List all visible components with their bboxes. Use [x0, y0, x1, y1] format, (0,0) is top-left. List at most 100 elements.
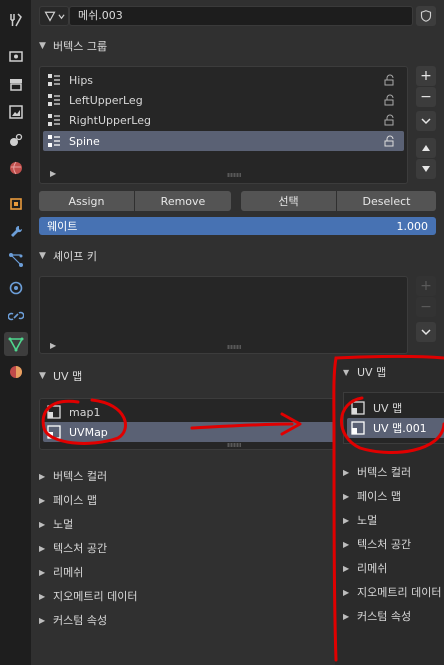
list-item-label: UVMap	[69, 425, 108, 439]
chevron-down-icon	[57, 13, 65, 19]
panel-label: 페이스 맵	[53, 494, 97, 507]
lock-icon[interactable]	[384, 114, 396, 126]
list-item-selected[interactable]: Spine	[43, 131, 404, 151]
vertex-group-icon	[48, 135, 60, 147]
panel-label: 버텍스 컬러	[357, 466, 412, 479]
move-up-button[interactable]	[416, 138, 436, 158]
remove-shape-key-button[interactable]: −	[416, 297, 436, 317]
uv-map-icon	[47, 425, 61, 439]
filter-options-icon[interactable]: ▶	[50, 169, 56, 178]
world-icon[interactable]	[4, 156, 28, 180]
add-vertex-group-button[interactable]: +	[416, 66, 436, 86]
view-layer-icon[interactable]	[4, 100, 28, 124]
panel-geometry-data[interactable]: ▶ 지오메트리 데이터	[39, 585, 137, 607]
mesh-name-field[interactable]: 메쉬.003	[69, 6, 413, 26]
add-shape-key-button[interactable]: +	[416, 276, 436, 296]
lock-icon[interactable]	[384, 94, 396, 106]
uv-maps-panel-header[interactable]: ▼ UV 맵	[31, 364, 331, 388]
material-icon[interactable]	[4, 360, 28, 384]
remove-vertex-group-button[interactable]: −	[416, 87, 436, 107]
panel-vertex-colors[interactable]: ▶ 버텍스 컬러	[343, 461, 411, 483]
fake-user-button[interactable]	[416, 6, 436, 26]
list-item-selected[interactable]: UVMap	[43, 422, 335, 442]
list-item[interactable]: Hips	[43, 70, 404, 90]
panel-collapsed-icon: ▶	[343, 491, 350, 501]
vertex-groups-panel-header[interactable]: ▼ 버텍스 그룹	[31, 34, 444, 58]
physics-icon[interactable]	[4, 276, 28, 300]
panel-label: 버텍스 컬러	[53, 470, 108, 483]
list-item[interactable]: RightUpperLeg	[43, 110, 404, 130]
constraints-icon[interactable]	[4, 304, 28, 328]
lock-icon[interactable]	[384, 135, 396, 147]
panel-label: 지오메트리 데이터	[53, 590, 138, 603]
assign-button[interactable]: Assign	[39, 191, 134, 211]
particles-icon[interactable]	[4, 248, 28, 272]
mesh-browse-button[interactable]	[39, 6, 69, 26]
panel-expanded-icon: ▼	[343, 367, 350, 377]
list-item-label: UV 맵	[373, 402, 403, 415]
uv-map-icon	[351, 421, 365, 435]
panel-custom-properties[interactable]: ▶ 커스텀 속성	[343, 605, 411, 627]
panel-collapsed-icon: ▶	[39, 495, 46, 505]
panel-geometry-data[interactable]: ▶ 지오메트리 데이터	[343, 581, 444, 603]
remove-button[interactable]: Remove	[135, 191, 231, 211]
uv-map-icon	[351, 401, 365, 415]
list-item[interactable]: map1	[43, 402, 335, 422]
object-icon[interactable]	[4, 192, 28, 216]
panel-custom-properties[interactable]: ▶ 커스텀 속성	[39, 609, 107, 631]
render-icon[interactable]	[4, 44, 28, 68]
panel-collapsed-icon: ▶	[343, 539, 350, 549]
deselect-button[interactable]: Deselect	[337, 191, 436, 211]
panel-label: 커스텀 속성	[53, 614, 108, 627]
resize-handle[interactable]	[227, 345, 241, 349]
vertex-group-icon	[48, 94, 60, 106]
mesh-data-icon[interactable]	[4, 332, 28, 356]
shape-keys-title: 셰이프 키	[53, 250, 97, 263]
panel-label: 리메쉬	[53, 566, 84, 579]
modifier-icon[interactable]	[4, 220, 28, 244]
panel-label: 페이스 맵	[357, 490, 401, 503]
panel-label: 커스텀 속성	[357, 610, 412, 623]
panel-collapsed-icon: ▶	[343, 515, 350, 525]
list-item[interactable]: UV 맵	[347, 398, 444, 418]
data-header: 메쉬.003	[31, 0, 444, 32]
panel-texture-space[interactable]: ▶ 텍스처 공간	[39, 537, 107, 559]
lock-icon[interactable]	[384, 74, 396, 86]
move-down-button[interactable]	[416, 159, 436, 179]
panel-texture-space[interactable]: ▶ 텍스처 공간	[343, 533, 411, 555]
panel-normals[interactable]: ▶ 노멀	[39, 513, 73, 535]
weight-label: 웨이트	[47, 220, 78, 233]
list-item-label: LeftUpperLeg	[69, 93, 143, 107]
output-icon[interactable]	[4, 72, 28, 96]
shape-keys-panel-header[interactable]: ▼ 셰이프 키	[31, 244, 444, 268]
panel-face-maps[interactable]: ▶ 페이스 맵	[343, 485, 401, 507]
specials-menu-button[interactable]	[416, 111, 436, 131]
panel-remesh[interactable]: ▶ 리메쉬	[343, 557, 387, 579]
list-item-label: Hips	[69, 73, 94, 87]
panel-collapsed-icon: ▶	[343, 587, 350, 597]
select-button[interactable]: 선택	[241, 191, 336, 211]
panel-face-maps[interactable]: ▶ 페이스 맵	[39, 489, 97, 511]
panel-label: 노멀	[53, 518, 74, 531]
resize-handle[interactable]	[227, 443, 241, 447]
resize-handle[interactable]	[227, 173, 241, 177]
list-item-selected[interactable]: UV 맵.001	[347, 418, 444, 438]
vertex-group-list: Hips LeftUpperLeg RightUpperLeg Spine ▶	[39, 66, 408, 184]
triangle-up-icon	[422, 145, 430, 151]
list-item-label: map1	[69, 405, 101, 419]
uv-map-list: map1 UVMap	[39, 398, 339, 450]
weight-slider[interactable]: 웨이트 1.000	[39, 217, 436, 235]
panel-label: 텍스처 공간	[357, 538, 412, 551]
panel-remesh[interactable]: ▶ 리메쉬	[39, 561, 83, 583]
scene-icon[interactable]	[4, 128, 28, 152]
panel-vertex-colors[interactable]: ▶ 버텍스 컬러	[39, 465, 107, 487]
tool-icon[interactable]	[4, 8, 28, 32]
shape-key-specials-button[interactable]	[416, 322, 436, 342]
filter-options-icon[interactable]: ▶	[50, 341, 56, 350]
uv-maps-title: UV 맵	[53, 370, 83, 383]
panel-collapsed-icon: ▶	[343, 563, 350, 573]
list-item[interactable]: LeftUpperLeg	[43, 90, 404, 110]
list-item-label: RightUpperLeg	[69, 113, 151, 127]
panel-normals[interactable]: ▶ 노멀	[343, 509, 377, 531]
uv-map-icon	[47, 405, 61, 419]
